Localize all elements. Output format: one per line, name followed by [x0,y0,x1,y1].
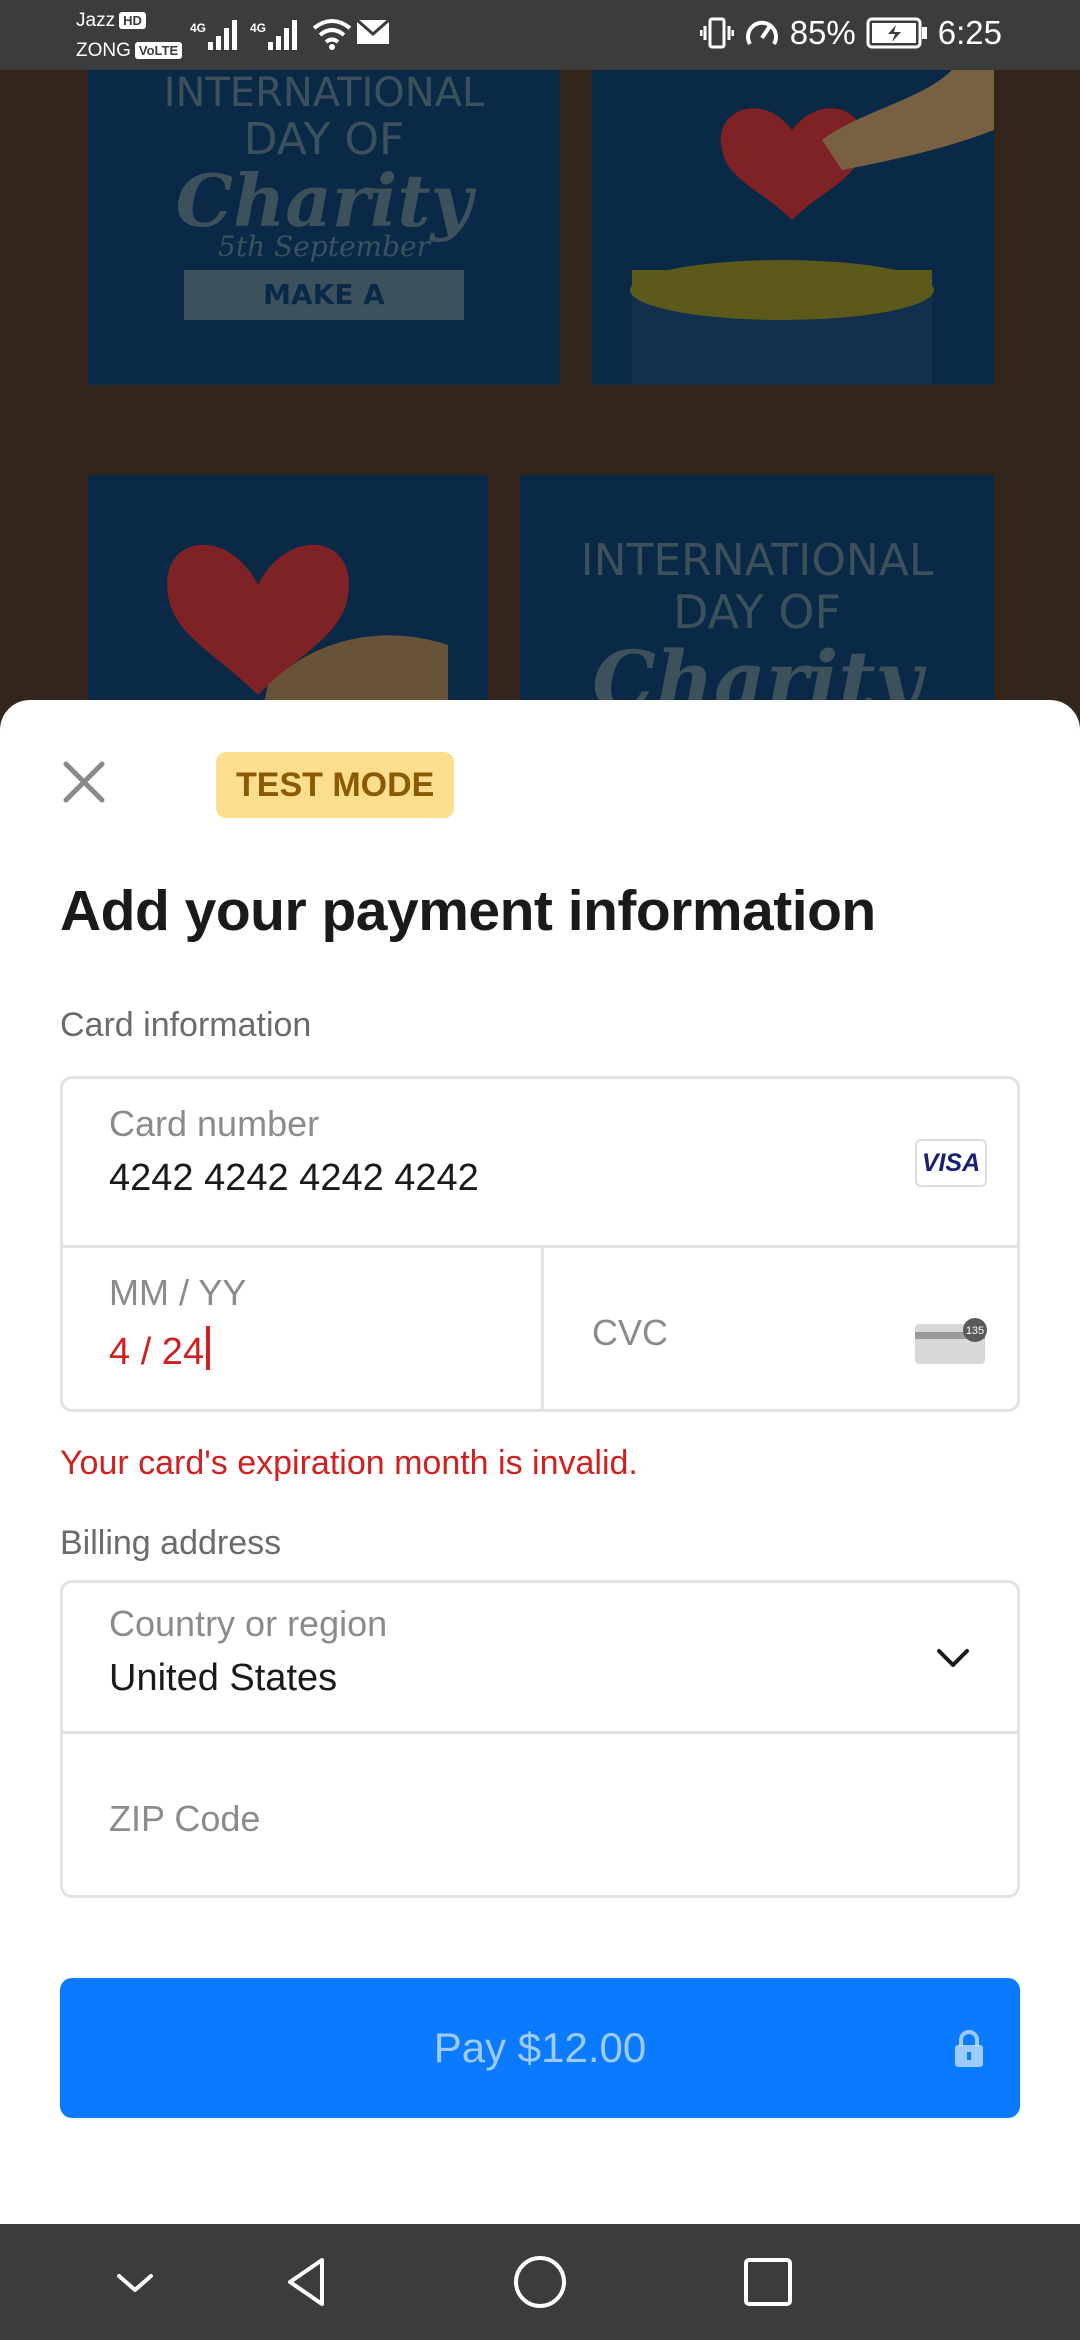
cvc-card-icon: 135 [915,1318,987,1364]
status-bar: Jazz HD ZONG VoLTE 4G 4G 85% 6:25 [0,0,1080,70]
card-information-label: Card information [60,1006,312,1044]
carrier-zong: ZONG VoLTE [76,40,183,62]
card-number-label: Card number [109,1103,320,1144]
zip-code-field[interactable]: ZIP Code [63,1734,1017,1895]
navigation-bar [0,2224,1080,2340]
carrier-jazz: Jazz HD [76,10,146,32]
country-label: Country or region [109,1603,388,1644]
wifi-icon [312,19,352,50]
billing-address-label: Billing address [60,1524,282,1562]
expiry-value[interactable]: 4 / 24 [109,1326,211,1374]
vibrate-icon [699,17,734,49]
visa-icon: VISA [915,1139,987,1187]
nav-down-icon[interactable] [105,2252,165,2312]
cvc-label: CVC [592,1312,669,1353]
speedometer-icon [745,20,778,46]
svg-text:4G: 4G [190,21,206,35]
card-number-field[interactable]: Card number 4242 4242 4242 4242 VISA [63,1079,1017,1247]
battery-percent: 85% [789,14,856,51]
pay-button[interactable]: Pay $12.00 [60,1978,1020,2118]
card-information-group: Card number 4242 4242 4242 4242 VISA MM … [60,1076,1020,1412]
page-title: Add your payment information [60,879,876,943]
nav-recents-icon[interactable] [738,2252,798,2312]
status-right: 85% 6:25 [699,14,1002,52]
text-cursor [206,1326,211,1370]
chevron-down-icon[interactable] [933,1643,973,1673]
error-underline [63,1410,543,1412]
country-value: United States [109,1657,338,1699]
close-icon[interactable] [56,754,112,810]
zip-code-placeholder: ZIP Code [109,1798,261,1839]
payment-sheet: TEST MODE Add your payment information C… [0,700,1080,2224]
test-mode-badge: TEST MODE [216,752,455,818]
expiry-field[interactable]: MM / YY 4 / 24 [63,1248,543,1412]
nav-back-icon[interactable] [278,2252,338,2312]
scrim[interactable] [0,70,1080,770]
expiry-label: MM / YY [109,1272,247,1313]
expiry-error-message: Your card's expiration month is invalid. [60,1444,638,1482]
background-content: INTERNATIONAL DAY OF Charity 5th Septemb… [0,70,1080,770]
mail-icon [356,18,390,44]
card-number-value[interactable]: 4242 4242 4242 4242 [109,1157,479,1200]
signal-icon: 4G [250,20,297,50]
carrier-name: ZONG [76,40,131,61]
svg-text:4G: 4G [250,21,266,35]
svg-text:135: 135 [966,1325,984,1337]
lock-icon [955,2030,983,2067]
hd-badge: HD [119,12,146,30]
battery-icon [866,17,927,49]
cvc-field[interactable]: CVC 135 [544,1248,1017,1409]
country-select[interactable]: Country or region United States [63,1583,1017,1733]
expiry-text: 4 / 24 [109,1331,205,1373]
pay-button-label: Pay $12.00 [433,2024,647,2071]
signal-icon: 4G [190,20,237,50]
billing-address-group: Country or region United States ZIP Code [60,1580,1020,1898]
nav-home-icon[interactable] [510,2252,570,2312]
carrier-name: Jazz [76,10,116,31]
volte-badge: VoLTE [134,42,183,60]
clock: 6:25 [937,14,1002,51]
